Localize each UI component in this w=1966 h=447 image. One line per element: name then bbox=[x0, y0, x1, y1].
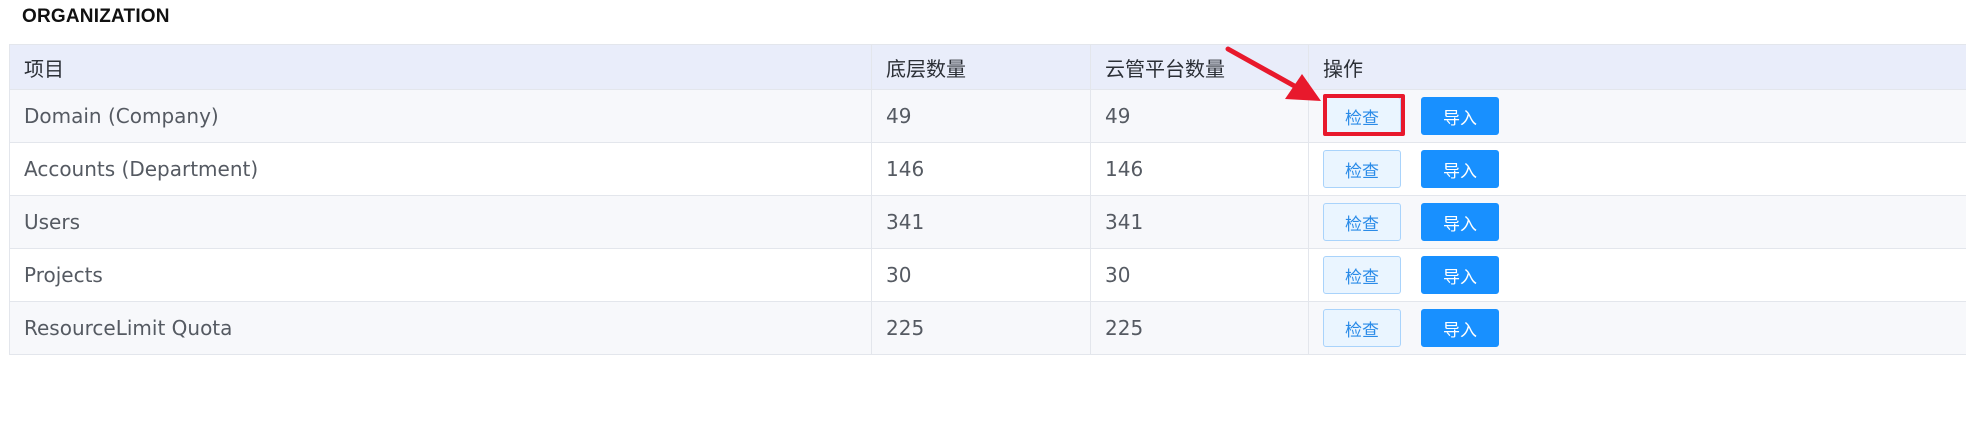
check-button[interactable]: 检查 bbox=[1323, 97, 1401, 135]
cloud-count-cell: 341 bbox=[1090, 195, 1309, 249]
item-cell: Users bbox=[9, 195, 872, 249]
item-cell: ResourceLimit Quota bbox=[9, 301, 872, 355]
actions-cell: 检查 导入 bbox=[1308, 248, 1966, 302]
base-count-cell: 30 bbox=[871, 248, 1091, 302]
section-title: ORGANIZATION bbox=[22, 6, 170, 27]
cloud-count-cell: 49 bbox=[1090, 89, 1309, 143]
table-row: ResourceLimit Quota 225 225 检查 导入 bbox=[9, 301, 1966, 355]
organization-table: 项目 底层数量 云管平台数量 操作 Domain (Company) 49 49… bbox=[9, 44, 1966, 355]
base-count-cell: 49 bbox=[871, 89, 1091, 143]
table-row: Projects 30 30 检查 导入 bbox=[9, 248, 1966, 302]
base-count-cell: 225 bbox=[871, 301, 1091, 355]
import-button[interactable]: 导入 bbox=[1421, 150, 1499, 188]
table-row: Users 341 341 检查 导入 bbox=[9, 195, 1966, 249]
check-button[interactable]: 检查 bbox=[1323, 150, 1401, 188]
cloud-count-cell: 146 bbox=[1090, 142, 1309, 196]
import-button[interactable]: 导入 bbox=[1421, 203, 1499, 241]
check-button[interactable]: 检查 bbox=[1323, 256, 1401, 294]
check-button[interactable]: 检查 bbox=[1323, 309, 1401, 347]
actions-cell: 检查 导入 bbox=[1308, 195, 1966, 249]
check-button[interactable]: 检查 bbox=[1323, 203, 1401, 241]
table-header-row: 项目 底层数量 云管平台数量 操作 bbox=[9, 44, 1966, 90]
item-cell: Domain (Company) bbox=[9, 89, 872, 143]
table-row: Domain (Company) 49 49 检查 导入 bbox=[9, 89, 1966, 143]
table-row: Accounts (Department) 146 146 检查 导入 bbox=[9, 142, 1966, 196]
column-header-actions: 操作 bbox=[1308, 44, 1966, 90]
cloud-count-cell: 30 bbox=[1090, 248, 1309, 302]
base-count-cell: 341 bbox=[871, 195, 1091, 249]
item-cell: Accounts (Department) bbox=[9, 142, 872, 196]
base-count-cell: 146 bbox=[871, 142, 1091, 196]
item-cell: Projects bbox=[9, 248, 872, 302]
import-button[interactable]: 导入 bbox=[1421, 256, 1499, 294]
column-header-cloud-count: 云管平台数量 bbox=[1090, 44, 1309, 90]
cloud-count-cell: 225 bbox=[1090, 301, 1309, 355]
column-header-base-count: 底层数量 bbox=[871, 44, 1091, 90]
import-button[interactable]: 导入 bbox=[1421, 309, 1499, 347]
column-header-item: 项目 bbox=[9, 44, 872, 90]
actions-cell: 检查 导入 bbox=[1308, 89, 1966, 143]
actions-cell: 检查 导入 bbox=[1308, 142, 1966, 196]
import-button[interactable]: 导入 bbox=[1421, 97, 1499, 135]
actions-cell: 检查 导入 bbox=[1308, 301, 1966, 355]
